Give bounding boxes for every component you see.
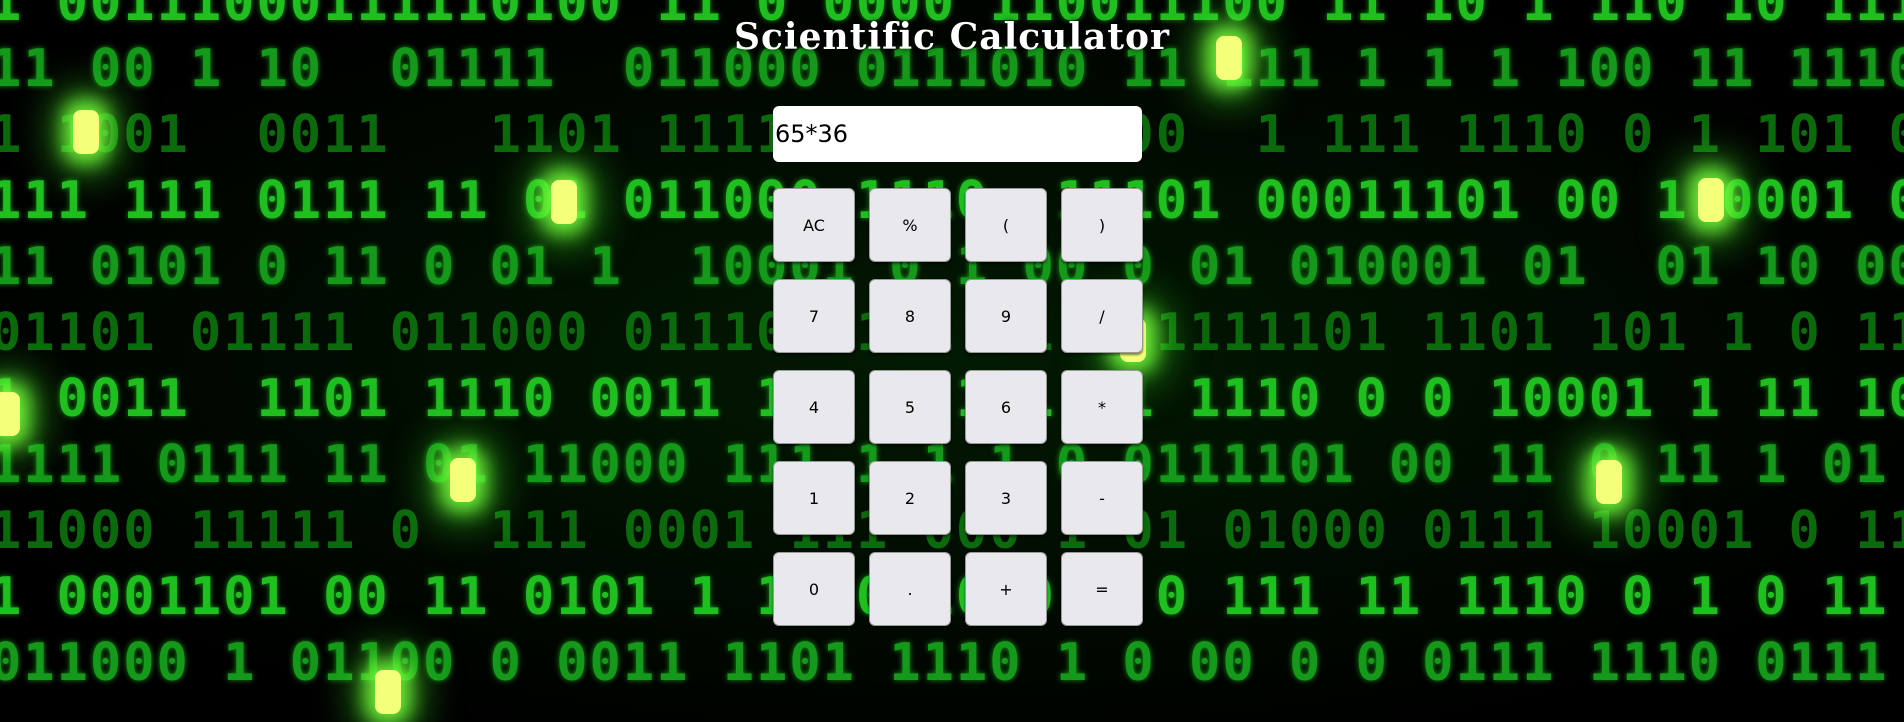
close-paren-button[interactable]: ) [1061, 188, 1143, 262]
open-paren-button[interactable]: ( [965, 188, 1047, 262]
digit-0-button[interactable]: 0 [773, 552, 855, 626]
glow-light [375, 670, 401, 714]
percent-button[interactable]: % [869, 188, 951, 262]
glow-light [1698, 178, 1724, 222]
add-button[interactable]: + [965, 552, 1047, 626]
digit-1-button[interactable]: 1 [773, 461, 855, 535]
page-title: Scientific Calculator [734, 16, 1170, 58]
calculator: AC%() 789/ 456* 123- 0.+= [773, 106, 1143, 626]
glow-light [551, 180, 577, 224]
binary-row: 011000 1 01100 0 0011 1101 1110 1 0 00 0… [0, 633, 1904, 693]
divide-button[interactable]: / [1061, 279, 1143, 353]
app-window: 1 00111000111110100 11 0 0000 110011100 … [0, 0, 1904, 722]
decimal-button[interactable]: . [869, 552, 951, 626]
glow-light [73, 110, 99, 154]
multiply-button[interactable]: * [1061, 370, 1143, 444]
clear-button[interactable]: AC [773, 188, 855, 262]
digit-7-button[interactable]: 7 [773, 279, 855, 353]
keypad: AC%() 7 8 9/ 4 5 6 * 1 2 3- 0. + = [773, 188, 1143, 626]
digit-3-button[interactable]: 3 [965, 461, 1047, 535]
calculator-display-input[interactable] [773, 106, 1142, 162]
digit-4-button[interactable]: 4 [773, 370, 855, 444]
digit-8-button[interactable]: 8 [869, 279, 951, 353]
glow-light [0, 392, 20, 436]
subtract-button[interactable]: - [1061, 461, 1143, 535]
digit-2-button[interactable]: 2 [869, 461, 951, 535]
glow-light [1596, 460, 1622, 504]
digit-5-button[interactable]: 5 [869, 370, 951, 444]
digit-6-button[interactable]: 6 [965, 370, 1047, 444]
glow-light [450, 458, 476, 502]
digit-9-button[interactable]: 9 [965, 279, 1047, 353]
equals-button[interactable]: = [1061, 552, 1143, 626]
